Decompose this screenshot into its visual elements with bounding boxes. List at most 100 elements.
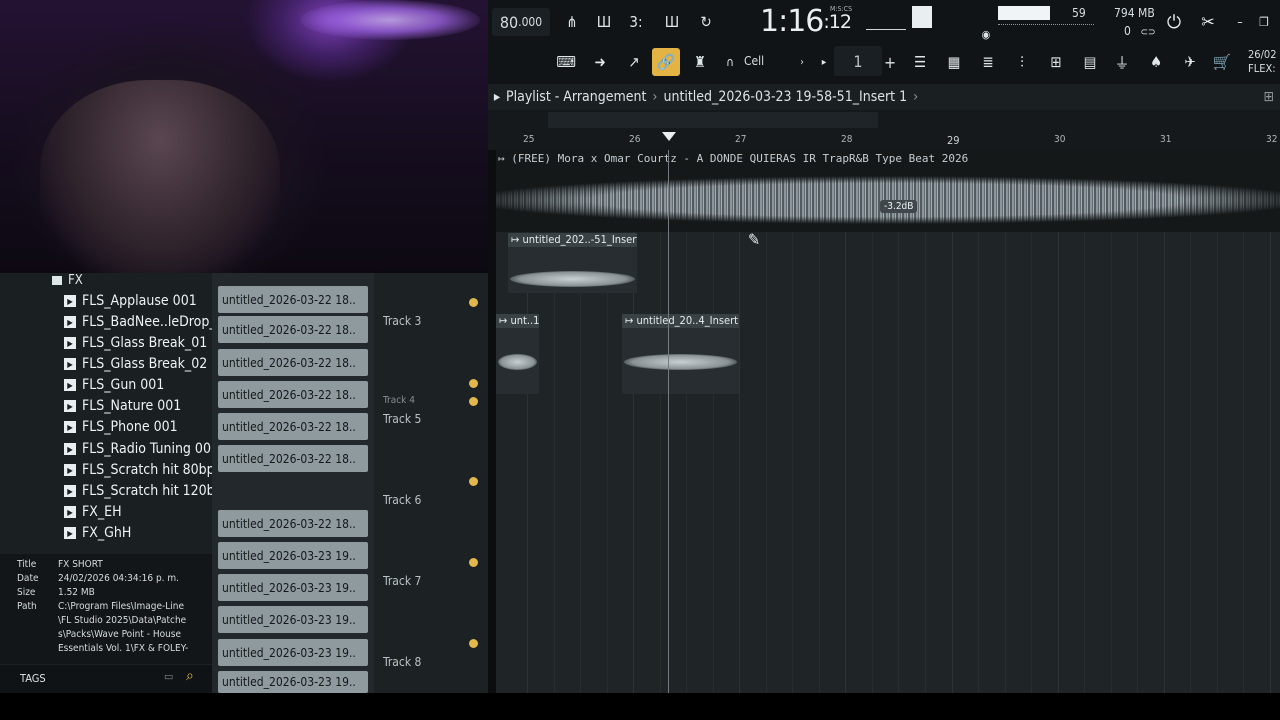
cursor-icon: ✎ — [748, 230, 761, 249]
loop-record-icon[interactable]: ↻ — [692, 8, 720, 36]
pattern-item[interactable]: untitled_2026-03-22 18.. — [218, 381, 368, 408]
polyphony-icon: ⊂⊃ — [1140, 26, 1156, 38]
pattern-item[interactable]: untitled_2026-03-22 18.. — [218, 413, 368, 440]
pattern-item[interactable]: untitled_2026-03-22 18.. — [218, 349, 368, 376]
pattern-clip[interactable]: ↦ unt..1 — [496, 314, 539, 394]
link-icon[interactable]: 🔗 — [652, 48, 680, 76]
bottom-bar — [0, 693, 1280, 720]
browser-item[interactable]: ▶ FX_GhH — [64, 525, 131, 541]
pattern-item[interactable]: untitled_2026-03-23 19.. — [218, 542, 368, 569]
playhead-marker[interactable] — [662, 132, 676, 141]
eye-icon[interactable]: ◉ — [972, 20, 1000, 48]
track-name[interactable]: Track 8 — [383, 655, 421, 669]
info-path-line: \FL Studio 2025\Data\Patche — [58, 615, 187, 626]
browser-item[interactable]: ▶ FLS_Scratch hit 80bpm — [64, 462, 227, 478]
countdown-icon[interactable]: 3: — [622, 8, 650, 36]
mixer-icon[interactable]: ⫶ — [1008, 48, 1036, 76]
tempo-decimal: .000 — [518, 15, 543, 29]
browser-item[interactable]: ▶ FLS_Radio Tuning 001 — [64, 441, 219, 457]
arrow-right-icon[interactable]: ➜ — [586, 48, 614, 76]
track-name[interactable]: Track 3 — [383, 314, 421, 328]
browser-item-label: FLS_Scratch hit 80bpm — [82, 462, 227, 478]
pattern-item[interactable]: untitled_2026-03-23 19.. — [218, 606, 368, 633]
magnet-icon[interactable]: ∩ — [716, 48, 744, 76]
piano-roll-icon[interactable]: ≣ — [974, 48, 1002, 76]
cart-icon[interactable]: 🛒 — [1208, 48, 1236, 76]
audio-clip-main[interactable]: ↦ (FREE) Mora x Omar Courtz - A DONDE QU… — [496, 150, 1280, 232]
track-mute-dot[interactable] — [469, 379, 478, 388]
playlist-icon[interactable]: ☰ — [906, 48, 934, 76]
playlist-menu-icon[interactable]: ▸ — [488, 89, 506, 105]
snap-icon[interactable]: ⊞ — [1263, 89, 1274, 105]
track-mute-dot[interactable] — [469, 477, 478, 486]
slide-tool-icon[interactable]: ↗ — [620, 48, 648, 76]
browser-item[interactable]: ▶ FLS_Phone 001 — [64, 419, 178, 435]
pattern-selector[interactable]: 1 — [834, 46, 882, 76]
folder-icon — [52, 276, 62, 285]
snap-mode[interactable]: Cell — [744, 54, 764, 68]
oscilloscope — [866, 8, 906, 30]
pattern-item[interactable]: untitled_2026-03-23 19.. — [218, 671, 368, 693]
pattern-item[interactable]: untitled_2026-03-23 19.. — [218, 574, 368, 601]
track-mute-dot[interactable] — [469, 298, 478, 307]
plugin-icon[interactable]: ⏚ — [1108, 48, 1136, 76]
wait-input-icon[interactable]: Ш — [590, 8, 618, 36]
browser-item[interactable]: ▶ FX_EH — [64, 504, 122, 520]
remote-icon[interactable]: ✈ — [1176, 48, 1204, 76]
pattern-arrow-icon[interactable]: › — [913, 89, 918, 105]
browser-item[interactable]: ▶ FLS_Nature 001 — [64, 398, 181, 414]
play-icon: ▶ — [64, 295, 76, 307]
pattern-item[interactable]: untitled_2026-03-23 19.. — [218, 639, 368, 666]
track-name[interactable]: Track 5 — [383, 412, 421, 426]
arrangement-grid[interactable]: ↦ (FREE) Mora x Omar Courtz - A DONDE QU… — [496, 150, 1280, 693]
tempo-display[interactable]: 80.000 — [492, 8, 550, 36]
overview-scrollbar[interactable] — [548, 112, 878, 128]
track-name[interactable]: Track 7 — [383, 574, 421, 588]
pattern-clip[interactable]: ↦ untitled_20..4_Insert 1 — [622, 314, 739, 394]
browser-item[interactable]: ▶ FLS_Scratch hit 120bpm — [64, 483, 235, 499]
tempo-tapper-icon[interactable]: ♠ — [1142, 48, 1170, 76]
track-name[interactable]: Track 4 — [383, 395, 415, 406]
pattern-item[interactable]: untitled_2026-03-22 18.. — [218, 510, 368, 537]
browser-item-label: FLS_Gun 001 — [82, 377, 165, 393]
play-icon: ▶ — [64, 379, 76, 391]
timeline-ruler[interactable]: 25 26 27 28 29 30 31 32 — [488, 110, 1280, 150]
step-edit-icon[interactable]: Ш — [658, 8, 686, 36]
track-mute-dot[interactable] — [469, 397, 478, 406]
pattern-item[interactable]: untitled_2026-03-22 18.. — [218, 286, 368, 313]
browser-item[interactable]: ▶ FLS_Gun 001 — [64, 377, 164, 393]
play-icon: ▶ — [64, 527, 76, 539]
pattern-clip[interactable]: ↦ untitled_202..-51_Insert 1 — [508, 233, 637, 293]
typing-keyboard-icon[interactable]: ⌨ — [552, 48, 580, 76]
browser-icon[interactable]: ⊞ — [1042, 48, 1070, 76]
folder-icon[interactable]: ▭ — [164, 670, 173, 683]
playlist-titlebar[interactable]: ▸ Playlist - Arrangement › untitled_2026… — [488, 84, 1280, 110]
restore-icon[interactable]: ❐ — [1250, 8, 1278, 36]
cpu-meter — [998, 6, 1050, 20]
browser-item[interactable]: ▶ FLS_Glass Break_02 — [64, 356, 207, 372]
browser-item[interactable]: ▶ FLS_BadNee..leDrop_02 — [64, 314, 232, 330]
pattern-item[interactable]: untitled_2026-03-22 18.. — [218, 445, 368, 472]
browser-item[interactable]: ▶ FLS_Glass Break_01 — [64, 335, 207, 351]
info-size-value: 1.52 MB — [58, 587, 95, 598]
search-icon[interactable]: ⌕ — [186, 668, 194, 684]
track-mute-dot[interactable] — [469, 639, 478, 648]
scissors-icon[interactable]: ✂ — [1194, 8, 1222, 36]
tags-bar[interactable]: TAGS ▭ ⌕ — [0, 665, 212, 693]
browser-item[interactable]: ▶ FLS_Applause 001 — [64, 293, 197, 309]
current-pattern-name[interactable]: untitled_2026-03-23 19-58-51_Insert 1 — [663, 89, 907, 105]
info-path-line: s\Packs\Wave Point - House — [58, 629, 182, 640]
channel-rack-icon[interactable]: ▦ — [940, 48, 968, 76]
project-icon[interactable]: ▤ — [1076, 48, 1104, 76]
pattern-item[interactable]: untitled_2026-03-22 18.. — [218, 316, 368, 343]
stamp-icon[interactable]: ♜ — [686, 48, 714, 76]
restart-icon[interactable]: ⏻ — [1160, 8, 1188, 36]
add-pattern-icon[interactable]: + — [876, 48, 904, 76]
metronome-icon[interactable]: ⋔ — [558, 8, 586, 36]
folder-fx[interactable]: FX — [52, 273, 83, 288]
browser-item-label: FLS_Glass Break_01 — [82, 335, 208, 351]
track-mute-dot[interactable] — [469, 558, 478, 567]
play-icon: ▶ — [64, 358, 76, 370]
clip-waveform — [510, 271, 635, 287]
track-name[interactable]: Track 6 — [383, 493, 421, 507]
